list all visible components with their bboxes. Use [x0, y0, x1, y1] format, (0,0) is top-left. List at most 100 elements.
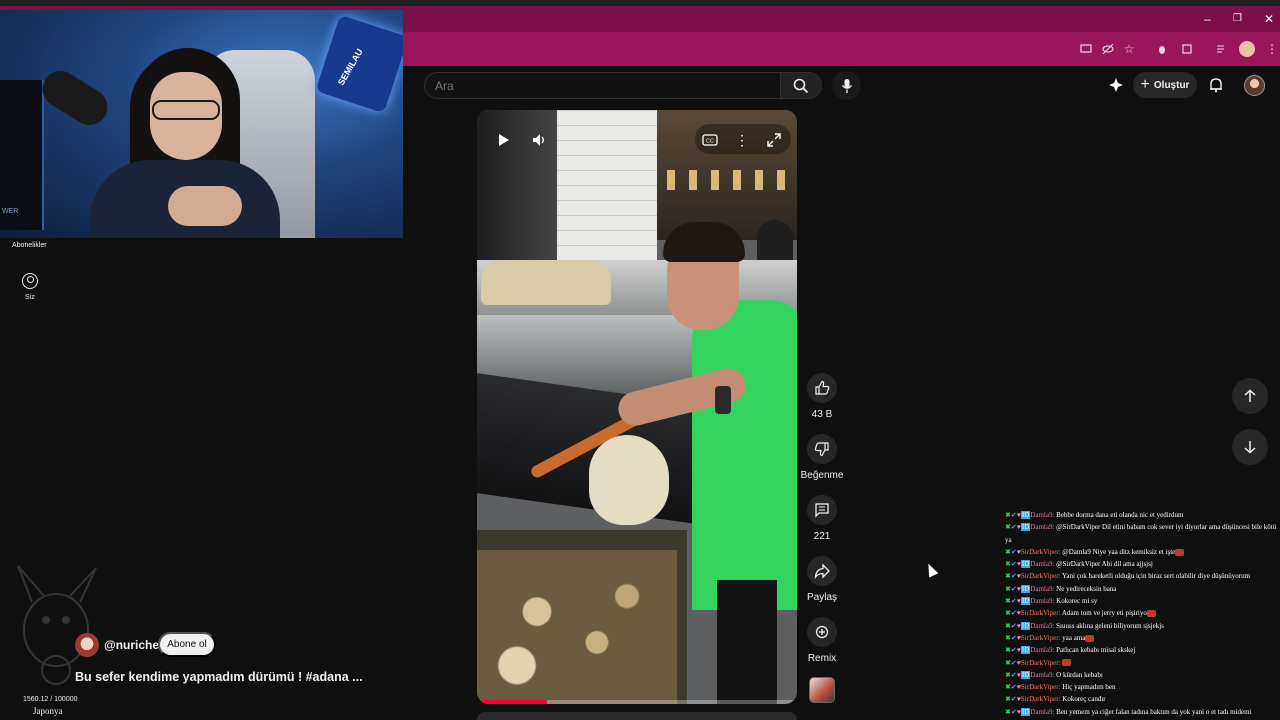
more-options-icon[interactable]: ⋮ [730, 128, 754, 152]
chat-message: ✖✔♥IDDamla9: @SirDarkViper Abi dil ama a… [1005, 558, 1277, 570]
comment-count: 221 [813, 531, 831, 542]
chat-badge-icon: ✖✔♥ [1005, 572, 1021, 581]
chat-message: ✖✔♥SirDarkViper: Hiç yapmadım ben [1005, 681, 1277, 693]
short-video-player[interactable]: CC ⋮ [477, 110, 797, 704]
chat-message: ✖✔♥SirDarkViper: yaa ama [1005, 632, 1277, 644]
screen: – ❐ ✕ ☆ ⋮ au SEMILAU WER Abonelikler Siz [0, 0, 1280, 720]
chat-text: Adam tom ve jerry eti pişiriyo [1060, 609, 1147, 618]
audio-source-thumbnail[interactable] [809, 677, 835, 703]
chat-message: ✖✔♥IDDamla9: Patlıcan kebabı misal skske… [1005, 644, 1277, 656]
channel-avatar[interactable] [75, 633, 99, 657]
chat-badge-icon: ✖✔♥ [1005, 609, 1021, 618]
close-window-button[interactable]: ✕ [1264, 12, 1274, 26]
video-progress-fill [477, 700, 548, 704]
video-man-hair [663, 222, 745, 262]
dislike-button[interactable] [807, 434, 837, 464]
video-chicken [477, 550, 677, 704]
puzzle-icon[interactable] [1179, 41, 1195, 57]
chat-username: Damla9: [1030, 511, 1055, 519]
profile-avatar-icon[interactable] [1239, 41, 1255, 57]
chat-username: SirDarkViper: [1020, 547, 1061, 556]
neon-logo [315, 14, 403, 114]
chat-username: Damla9: [1030, 707, 1055, 716]
restore-button[interactable]: ❐ [1233, 12, 1242, 26]
chat-badge-icon: ✖✔♥ID [1005, 707, 1031, 716]
chat-text: Sıuuss aklına geleni biliyorum sjsjekjs [1054, 621, 1164, 630]
search-input[interactable] [424, 72, 781, 99]
chat-badge-icon: ✖✔♥ [1005, 633, 1021, 642]
comments-button[interactable] [807, 495, 837, 525]
chat-badge-icon: ✖✔♥ID [1005, 523, 1031, 532]
play-icon[interactable] [491, 128, 515, 152]
chat-badge-icon: ✖✔♥ID [1005, 597, 1031, 606]
next-short-button[interactable] [1232, 429, 1268, 465]
extension-drop-icon[interactable] [1154, 41, 1170, 57]
comment-icon [815, 503, 829, 518]
you-label[interactable]: Siz [25, 294, 35, 301]
video-man-shirt [692, 300, 797, 610]
share-label: Paylaş [806, 592, 837, 603]
subscribe-button[interactable]: Abone ol [158, 632, 216, 657]
chat-username: Damla9: [1030, 646, 1055, 655]
create-label: Oluştur [1153, 79, 1190, 91]
you-account-icon[interactable] [22, 273, 38, 289]
chat-text: O kürdan kebabı [1054, 670, 1103, 679]
chat-emote-icon [1085, 634, 1095, 642]
subscriptions-label[interactable]: Abonelikler [12, 242, 47, 249]
search-icon [793, 78, 809, 93]
remix-button[interactable] [807, 617, 837, 647]
video-lavash [589, 435, 669, 525]
more-vertical-icon[interactable]: ⋮ [1264, 41, 1280, 57]
remix-action: Remix [801, 617, 843, 664]
next-short-preview[interactable] [477, 712, 797, 720]
video-progress-bar[interactable] [477, 700, 797, 704]
svg-text:CC: CC [706, 139, 714, 145]
chat-username: Damla9: [1030, 597, 1055, 606]
like-action: 43 B [801, 373, 843, 420]
search-button[interactable] [780, 72, 822, 99]
share-button[interactable] [807, 556, 837, 586]
chat-message: ✖✔♥IDDamla9: Ben yemem ya ciğer falan ta… [1005, 706, 1277, 720]
chat-message: ✖✔♥IDDamla9: @SirDarkViper Dil etini bab… [1005, 521, 1277, 546]
bookmark-star-icon[interactable]: ☆ [1121, 41, 1137, 57]
volume-icon[interactable] [527, 128, 551, 152]
short-title[interactable]: Bu sefer kendime yapmadım dürümü ! #adan… [75, 670, 363, 684]
create-button[interactable]: + Oluştur [1133, 72, 1197, 98]
microphone-icon [841, 78, 852, 93]
cast-icon[interactable] [1078, 41, 1094, 57]
chat-badge-icon: ✖✔♥ [1005, 658, 1021, 667]
previous-short-button[interactable] [1232, 378, 1268, 414]
voice-search-button[interactable] [832, 71, 861, 100]
chat-message: ✖✔♥SirDarkViper: Kokoreç candır [1005, 693, 1277, 705]
video-bread-stack [481, 260, 611, 305]
chat-message: ✖✔♥SirDarkViper: [1005, 657, 1277, 669]
chat-badge-icon: ✖✔♥ [1005, 695, 1021, 704]
eye-off-icon[interactable] [1100, 41, 1116, 57]
like-button[interactable] [807, 373, 837, 403]
minimize-button[interactable]: – [1204, 12, 1211, 26]
streamer-hands [168, 186, 242, 226]
overlay-stat: 1560.12 / 100000 [23, 696, 78, 703]
sparkle-icon[interactable] [1107, 76, 1125, 94]
chat-message: ✖✔♥SirDarkViper: Adam tom ve jerry eti p… [1005, 607, 1277, 619]
chat-username: SirDarkViper: [1020, 609, 1061, 618]
channel-name[interactable]: @nurichef [104, 638, 163, 652]
remix-label: Remix [807, 653, 837, 664]
media-control-icon[interactable] [1214, 41, 1230, 57]
overlay-location: Japonya [33, 706, 63, 716]
chat-emote-icon [1062, 659, 1072, 667]
chat-badge-icon: ✖✔♥ [1005, 683, 1021, 692]
share-arrow-icon [814, 563, 830, 579]
thumbs-up-icon [815, 380, 830, 395]
notifications-bell-icon[interactable] [1207, 76, 1225, 94]
chat-text: yaa ama [1060, 633, 1086, 642]
browser-top-edge [0, 0, 1280, 6]
fullscreen-icon[interactable] [762, 128, 786, 152]
account-avatar[interactable] [1244, 75, 1265, 96]
chat-username: Damla9: [1030, 621, 1055, 630]
chat-text: Kokoreç candır [1060, 695, 1106, 704]
chat-text: Patlıcan kebabı misal skskej [1054, 646, 1136, 655]
captions-icon[interactable]: CC [698, 128, 722, 152]
arrow-down-icon [1244, 441, 1256, 454]
chat-text: Hiç yapmadım ben [1060, 683, 1116, 692]
